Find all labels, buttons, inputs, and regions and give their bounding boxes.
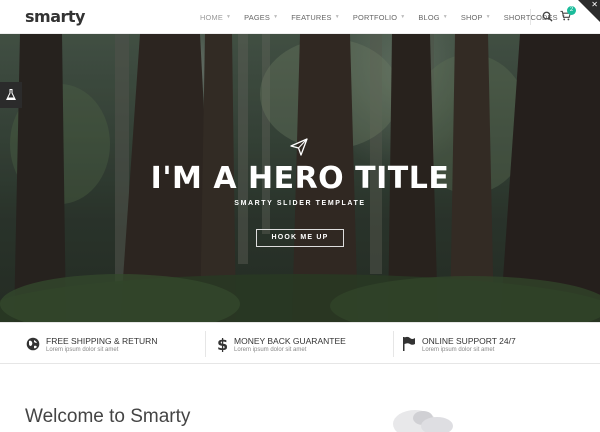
chevron-down-icon: ▼ — [334, 14, 340, 20]
main-nav: HOME ▼ PAGES ▼ FEATURES ▼ PORTFOLIO ▼ BLOG ▼ … — [200, 0, 579, 34]
nav-item-label: FEATURES — [291, 12, 332, 22]
nav-item-features[interactable]: FEATURES ▼ — [291, 13, 340, 22]
settings-side-tab[interactable] — [0, 82, 22, 108]
welcome-heading: Welcome to Smarty — [25, 406, 191, 427]
site-logo[interactable]: smarty — [25, 7, 85, 26]
hero-slider: I'M A HERO TITLE SMARTY SLIDER TEMPLATE … — [0, 34, 600, 322]
feature-title: MONEY BACK GUARANTEE — [234, 336, 346, 346]
feature-title: ONLINE SUPPORT 24/7 — [422, 336, 516, 346]
chevron-down-icon: ▼ — [442, 14, 448, 20]
flask-icon — [6, 89, 16, 100]
nav-divider — [530, 9, 531, 25]
feature-divider — [393, 331, 394, 357]
nav-item-label: PORTFOLIO — [352, 12, 398, 22]
nav-item-label: HOME — [200, 12, 223, 22]
feature-desc: Lorem ipsum dolor sit amet — [422, 347, 495, 353]
nav-item-home[interactable]: HOME ▼ — [200, 13, 231, 22]
nav-item-label: BLOG — [418, 12, 440, 22]
chevron-down-icon: ▼ — [225, 14, 232, 20]
chevron-down-icon: ▼ — [485, 14, 491, 20]
search-icon[interactable] — [542, 11, 553, 22]
nav-item-portfolio[interactable]: PORTFOLIO ▼ — [353, 13, 406, 22]
welcome-image — [393, 410, 453, 432]
flag-icon — [403, 336, 415, 351]
cart-count-badge: 2 — [567, 6, 576, 15]
nav-item-shortcodes[interactable]: SHORTCODES▼ — [504, 13, 566, 22]
feature-divider — [205, 331, 206, 357]
feature-title: FREE SHIPPING & RETURN — [46, 336, 158, 346]
nav-item-shop[interactable]: SHOP ▼ — [461, 13, 491, 22]
features-bar: FREE SHIPPING & RETURN Lorem ipsum dolor… — [0, 322, 600, 364]
feature-desc: Lorem ipsum dolor sit amet — [46, 347, 119, 353]
feature-desc: Lorem ipsum dolor sit amet — [234, 347, 307, 353]
hero-title: I'M A HERO TITLE — [150, 161, 450, 196]
close-icon[interactable]: ✕ — [591, 0, 598, 9]
hero-cta-button[interactable]: HOOK ME UP — [256, 229, 344, 247]
dollar-icon: $ — [217, 336, 228, 352]
chevron-down-icon: ▼ — [273, 14, 279, 20]
nav-item-label: SHOP — [460, 12, 483, 22]
nav-item-pages[interactable]: PAGES ▼ — [244, 13, 278, 22]
nav-item-label: PAGES — [244, 12, 271, 22]
hero-subtitle: SMARTY SLIDER TEMPLATE — [234, 200, 366, 207]
svg-text:$: $ — [217, 336, 228, 352]
chevron-down-icon: ▼ — [400, 14, 406, 20]
globe-icon — [26, 337, 40, 351]
site-header: smarty HOME ▼ PAGES ▼ FEATURES ▼ PORTFOLIO ▼… — [0, 0, 600, 34]
paper-plane-icon — [290, 138, 308, 156]
nav-item-blog[interactable]: BLOG ▼ — [418, 13, 448, 22]
